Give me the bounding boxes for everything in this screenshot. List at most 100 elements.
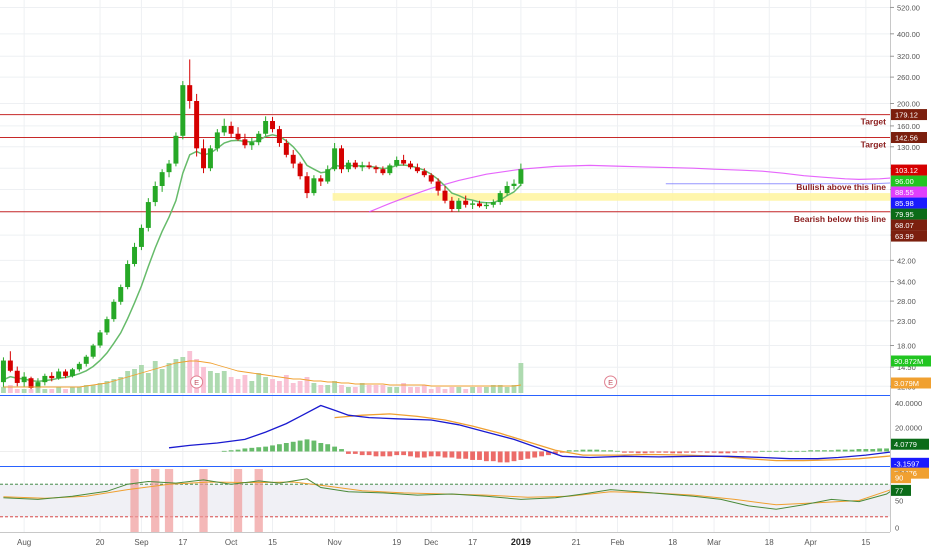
macd-histogram-bar [725, 451, 731, 454]
macd-histogram-bar [801, 450, 807, 452]
candle-body [249, 142, 255, 146]
volume-bar [7, 385, 13, 393]
macd-value-label: 4.0779 [894, 440, 917, 449]
volume-bar [270, 379, 275, 393]
time-tick-label: Feb [611, 538, 625, 547]
macd-histogram-bar [428, 451, 434, 457]
macd-histogram-bar [649, 451, 655, 453]
candle-body [111, 301, 117, 320]
macd-histogram-bar [690, 451, 696, 453]
macd-histogram-bar [566, 450, 572, 452]
volume-bar [449, 387, 455, 393]
candle-body [318, 178, 324, 182]
macd-histogram-bar [877, 448, 883, 452]
candle-body [104, 319, 110, 333]
candle-body [221, 125, 227, 133]
volume-bar [518, 363, 524, 393]
volume-badge-label: 90.872M [894, 357, 923, 366]
macd-histogram-bar [594, 449, 600, 452]
volume-bar [263, 377, 269, 393]
candle-body [408, 163, 413, 168]
candle-body [366, 165, 372, 168]
volume-bar [290, 383, 296, 393]
macd-histogram-bar [456, 451, 462, 459]
macd-histogram-bar [822, 450, 827, 452]
time-axis[interactable]: Aug 20 Sep 17 Oct 15 Nov 19 Dec 17 2019 21 Feb 18 Mar 1… [17, 537, 871, 547]
volume-badge-label: 3.079M [894, 379, 919, 388]
candle-body [83, 356, 89, 364]
price-axis[interactable]: 520.00 400.00 320.00 260.00 200.00 160.00 130.… [890, 0, 932, 550]
volume-bar [463, 389, 469, 393]
price-badge-label: 179.12 [895, 111, 918, 120]
candle-body [69, 369, 75, 376]
macd-histogram-bar [463, 451, 469, 459]
volume-bar [380, 385, 386, 393]
candle-body [270, 121, 276, 130]
candle-body [228, 125, 234, 134]
volume-bar [90, 385, 96, 393]
candle-body [28, 378, 34, 388]
candle-body [214, 132, 220, 149]
volume-bar [63, 389, 68, 393]
volume-bar [132, 369, 137, 393]
volume-bar [394, 387, 400, 393]
macd-histogram-bar [325, 444, 331, 452]
candle-body [194, 101, 200, 149]
candle-body [125, 263, 131, 288]
volume-bar [387, 387, 393, 393]
candle-body [311, 178, 317, 194]
candle-body [138, 227, 144, 247]
candle-body [497, 193, 503, 203]
macd-histogram-bar [642, 451, 648, 454]
volume-bar [297, 381, 303, 393]
volume-bar [14, 389, 20, 393]
volume-bar [456, 387, 462, 393]
macd-histogram-bar [366, 451, 372, 456]
candle-body [504, 185, 510, 194]
macd-histogram-bar [277, 444, 282, 452]
macd-value-label: -3.1597 [894, 459, 919, 468]
volume-bar [408, 387, 413, 393]
candle-body [304, 176, 310, 194]
candle-body [201, 148, 207, 169]
candle-body [152, 185, 158, 203]
volume-bar [504, 387, 510, 393]
macd-histogram-bar [318, 443, 324, 452]
rsi-overbought-highlight [199, 469, 208, 532]
macd-histogram-bar [504, 451, 510, 463]
candle-body [42, 375, 48, 383]
candle-body [470, 203, 476, 205]
macd-histogram-bar [311, 440, 317, 452]
macd-histogram-bar [773, 450, 779, 452]
macd-histogram-bar [601, 450, 607, 452]
candle-body [7, 360, 13, 371]
candle-body [352, 162, 358, 168]
volume-bar [366, 385, 372, 393]
support-zone [332, 193, 907, 201]
volume-bar [28, 389, 34, 393]
level-label: Bearish below this line [794, 214, 886, 224]
volume-bar [166, 363, 172, 393]
price-tick-label: 160.00 [897, 122, 920, 131]
time-tick-label: 20 [96, 538, 105, 547]
candle-body [49, 375, 55, 379]
macd-histogram-bar [380, 451, 386, 457]
volume-bar [139, 365, 144, 393]
macd-histogram-bar [635, 451, 641, 454]
macd-histogram-bar [808, 450, 814, 452]
macd-histogram-bar [359, 451, 365, 456]
rsi-tick-label: 50 [895, 497, 903, 506]
macd-histogram-bar [256, 447, 262, 452]
price-badge-label: 142.56 [895, 134, 918, 143]
level-label: Target [861, 117, 887, 127]
candle-body [339, 148, 344, 170]
candle-body [421, 171, 427, 176]
time-tick-label: 17 [468, 538, 477, 547]
candle-body [118, 287, 124, 302]
earnings-marker-label: E [194, 378, 199, 387]
candle-body [325, 169, 331, 182]
macd-histogram-bar [856, 449, 862, 452]
macd-histogram-bar [421, 451, 427, 458]
price-badge-label: 85.98 [895, 199, 914, 208]
macd-histogram-bar [718, 451, 724, 454]
